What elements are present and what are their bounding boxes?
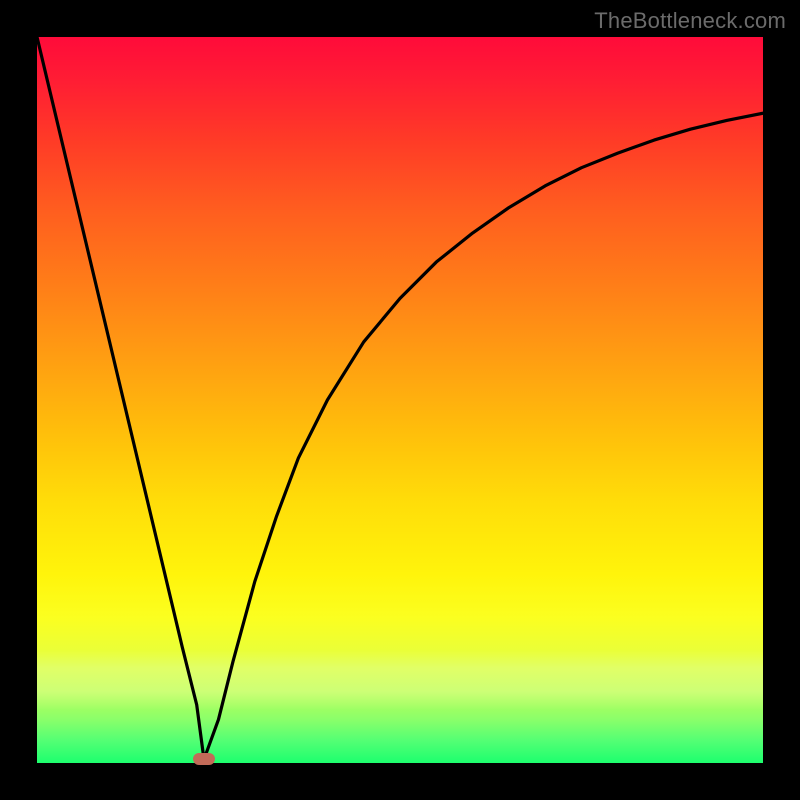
chart-frame: TheBottleneck.com — [0, 0, 800, 800]
plot-area — [37, 37, 763, 763]
watermark-text: TheBottleneck.com — [594, 8, 786, 34]
